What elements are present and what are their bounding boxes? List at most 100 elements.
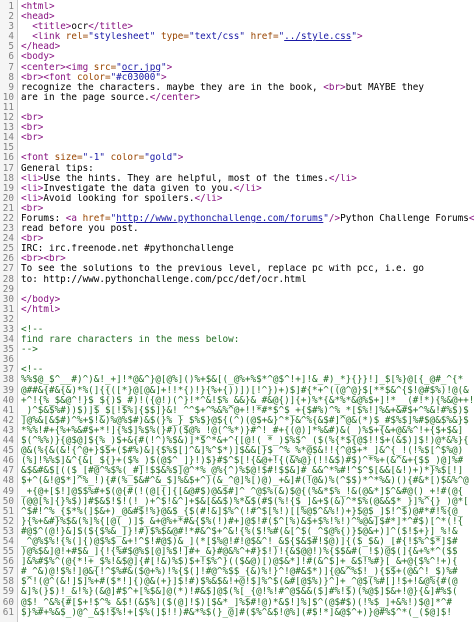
text-content (21, 32, 32, 42)
source-line: 36 (0, 355, 474, 365)
source-link[interactable]: http://www.pythonchallenge.com/forums (116, 214, 323, 224)
source-link[interactable]: ocr.jpg (122, 63, 161, 73)
source-link[interactable]: ../style.css (284, 32, 351, 42)
html-tag: <br> (21, 133, 44, 144)
source-line: 54 _^@%$%!{%(]{)@$%$_&+!^$!#@$)&_](*[$%@!… (0, 536, 474, 547)
source-line: 59 &]%(}$)!_&!%}(&@]#$^+[%$&]@(*)!#&$]@$(… (0, 587, 474, 597)
text-content: recognize the characters. maybe they are… (21, 82, 324, 93)
source-line: 40 +^!{%_$&@^!}$_${)$_#)!({@!)(^}!*^&!$%_… (0, 395, 474, 406)
line-code: --> (14, 345, 38, 355)
source-line: 44 $(^%%)}{@$@]${%_)$+&{#(!^)%$&)]*$^*&+^… (0, 435, 474, 446)
attribute-name: src= (93, 62, 117, 73)
text-content (21, 22, 32, 32)
line-code: _)^$&$%#))$)]$_$[!$%]{$$]}&!_^^$+^%&%^@+… (14, 406, 469, 416)
source-line: 3 <title>ocr</title> (0, 22, 474, 32)
source-line: 16 <font size="-1" color="gold"> (0, 153, 474, 163)
line-code: &]%(}$)!_&!%}(&@]#$^+[%$&]@(*)!#&$]@$(%[… (14, 587, 458, 597)
attribute-name: color= (110, 153, 145, 164)
source-line: 4 <link rel="stylesheet" type="text/css"… (0, 32, 474, 42)
comment-text: @$!_^&%{#[$+!$^%_&$!(&$%]($(@]!$)[$&*_]%… (21, 597, 452, 608)
line-code: )@%$&]@!+#$&_]{!{%#$@%$[@]%$!]#+_&}#@&%^… (14, 547, 458, 557)
source-line: 30 </body> (0, 294, 474, 305)
comment-text: <!-- (21, 325, 44, 335)
html-tag: <br> (21, 234, 44, 245)
source-line: 49 _+{@+[$!]@$$%#+$(@{#(!(@[{]{[&@#$)@&$#… (0, 486, 474, 497)
source-line: 55)@%$&]@!+#$&_]{!{%#$@%$[@]%$!]#+_&}#@&… (0, 546, 474, 557)
html-tag: </li> (194, 193, 223, 204)
line-code: <title>ocr</title> (14, 22, 133, 32)
text-content: To see the solutions to the previous lev… (21, 264, 424, 275)
source-line: 2 <head> (0, 11, 474, 22)
html-tag: <li> (21, 193, 44, 204)
attribute-name: href= (82, 213, 111, 224)
source-line: 10 are in the page source.</center> (0, 92, 474, 103)
html-tag: <br> (21, 123, 44, 134)
source-line: 22 Forums: <a href="http://www.pythonchal… (0, 213, 474, 224)
source-line: 25 IRC: irc.freenode.net #pythonchallenge (0, 244, 474, 254)
source-line: 24 <br> (0, 234, 474, 244)
line-code: <!-- (14, 365, 43, 375)
text-content: Avoid looking for spoilers. (43, 193, 195, 204)
text-content: Python Challenge Forums (340, 213, 469, 224)
comment-text: #@$^(@!}&]$(${$%&_]}!#)$%$&@#!*#&^$+^&!{… (21, 526, 458, 537)
html-tag: > (166, 62, 173, 73)
line-code: &$&#&$[(($_[#@^%$%(_#]!$$&%$]@^*%_@%{^)%… (14, 466, 463, 476)
html-tag: /> (328, 213, 341, 224)
html-tag: <body> (21, 52, 55, 63)
line-code: <html> (14, 2, 55, 12)
text-content: IRC: irc.freenode.net #pythonchallenge (21, 244, 234, 255)
line-code: @##&{#&{&)*%(]{{([*}@[@&]+!!*{)!}{%+{))]… (14, 386, 469, 396)
line-code: %%$@_$^__#)^)&!_+]!*@&^}@[@%]()%+$&[(_@%… (14, 375, 463, 385)
comment-text: ]&%#$%^(@{*!+_$%!&$@]{#[!&)%$)$+!$%^}(($… (21, 557, 458, 568)
html-tag: > (177, 153, 184, 164)
source-line: 23 read before you post. (0, 223, 474, 234)
source-line: 32 (0, 314, 474, 325)
line-code: $}%#+%&$_)@^_&$!$%!+[$%(]$!!)#&*%$(}_@]#… (14, 608, 452, 618)
html-tag: </a> (468, 213, 474, 224)
text-content: are in the page source. (21, 92, 150, 103)
comment-text: $}%#+%&$_)@^_&$!$%!+[$%(]$!!)#&*%$(}_@]#… (21, 607, 452, 618)
comment-text: (%]!%%$]&^{&[_${}+($%_)$(@$^_]}!)$}#$^$[… (21, 456, 464, 467)
comment-text: @##&{#&{&)*%(]{{([*}@[@&]+!!*{)!}{%+{))]… (21, 385, 469, 396)
source-line: 18 <li>Use the hints. They are helpful, m… (0, 173, 474, 184)
line-code: To see the solutions to the previous lev… (14, 264, 424, 274)
html-tag: <br> (21, 72, 44, 83)
comment-text: *%%!#+{%+%&#$+*!]{%$]%$%(}#)($@%_!@(^%*)… (21, 425, 464, 436)
comment-text: _+{@+[$!]@$$%#+$(@{#(!(@[{]{[&@#$)@&$#]^… (21, 486, 464, 497)
html-tag: </li> (328, 173, 357, 184)
source-line: 60 @$!_^&%{#[$+!$^%_&$!(&$%]($(@]!$)[$&*_… (0, 597, 474, 608)
html-tag: <br> (43, 254, 66, 265)
attribute-name: href= (250, 32, 279, 43)
attribute-value: "-1" (82, 153, 105, 164)
html-tag: <br> (21, 254, 44, 265)
text-content: Investigate the data given to you. (43, 183, 234, 194)
source-line: 31 </html> (0, 304, 474, 315)
comment-text: +^!{%_$&@^!}$_${)$_#)!({@!)(^}!*^&!$%_&&… (21, 395, 474, 406)
html-tag: <center> (21, 62, 66, 73)
source-line: 21 <br> (0, 203, 474, 214)
source-line: 5 </head> (0, 42, 474, 52)
source-line: 19 <li>Investigate the data given to you.… (0, 183, 474, 194)
comment-text: _)^$&$%#))$)]$_$[!$%]{$$]}&!_^^$+^%&%^@+… (21, 405, 469, 416)
text-content: General tips: (21, 163, 94, 174)
line-code: $^!(@^(&!]$]%+#($*!]{)@&(+}]$!#)$%&$&!+@… (14, 577, 458, 587)
html-tag: </html> (21, 304, 61, 315)
source-line: 15 (0, 143, 474, 153)
attribute-name: rel= (65, 32, 89, 43)
source-line: 33 <!-- (0, 324, 474, 335)
source-line: 27 To see the solutions to the previous l… (0, 264, 474, 274)
line-code: <br><br> (14, 254, 66, 264)
line-code: _^@%$%!{%(]{)@$%$_&+!^$!#@$)&_](*[$%@!#!… (14, 537, 458, 547)
source-line: 61 $}%#+%&$_)@^_&$!$%!+[$%(]$!!)#&*%$(}_@… (0, 607, 474, 618)
source-line: 41 _)^$&$%#))$)]$_$[!$%]{$$]}&!_^^$+^%&%^… (0, 405, 474, 416)
line-code: <br> (14, 123, 43, 133)
line-code: <br> (14, 133, 43, 143)
source-line: 53 #@$^(@!}&]$(${$%&_]}!#)$%$&@#!*#&^$+^&… (0, 526, 474, 537)
html-tag: <br> (21, 203, 44, 214)
line-code: recognize the characters. maybe they are… (14, 83, 424, 93)
text-content: Forums: (21, 213, 66, 224)
attribute-value: "stylesheet" (88, 32, 156, 43)
source-line: 46 (%]!%%$]&^{&[_${}+($%_)$(@$^_]}!)$}#$^… (0, 456, 474, 466)
